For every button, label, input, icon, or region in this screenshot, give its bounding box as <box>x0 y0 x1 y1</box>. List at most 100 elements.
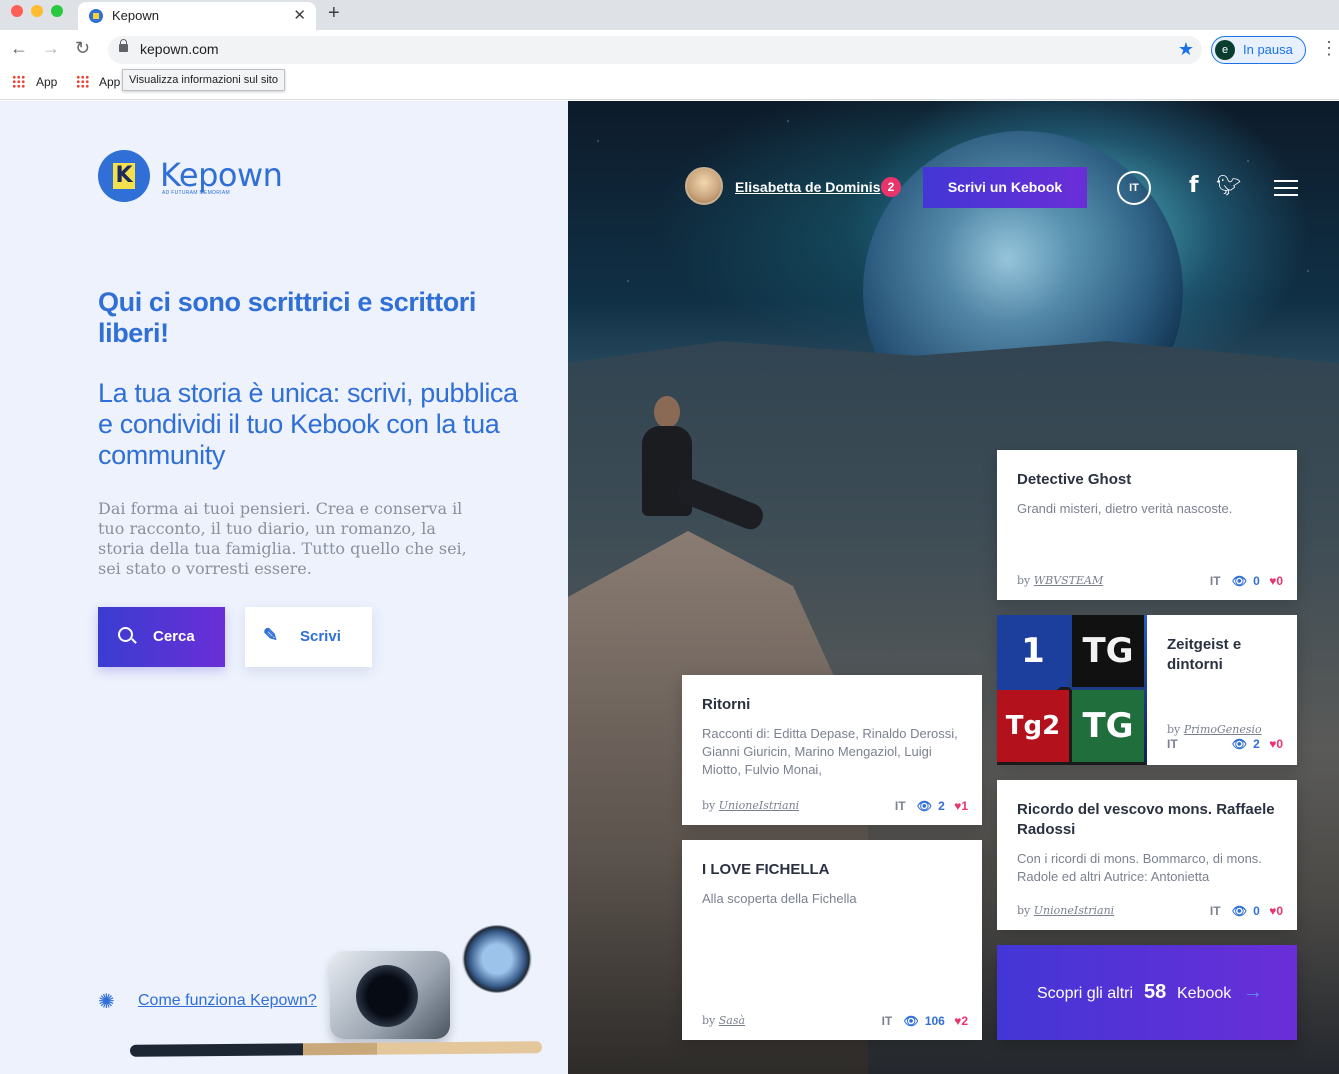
like-count: 1 <box>961 799 968 813</box>
showcase-panel: Elisabetta de Dominis 2 Scrivi un Kebook… <box>568 101 1339 1074</box>
card-title[interactable]: Detective Ghost <box>1017 470 1279 490</box>
language-selector[interactable]: IT <box>1117 171 1151 205</box>
kebook-card[interactable]: 1 TG Tg2 TG Zeitgeist e dintorni by Prim… <box>997 615 1297 765</box>
card-description: Grandi misteri, dietro verità nascoste. <box>1017 501 1233 516</box>
hamburger-menu-icon[interactable] <box>1274 180 1298 196</box>
hero-lead: Dai forma ai tuoi pensieri. Crea e conse… <box>98 499 467 578</box>
profile-button[interactable]: e In pausa <box>1211 36 1306 64</box>
eye-icon: 👁︎ <box>1231 904 1248 918</box>
card-author: by UnioneIstriani <box>1017 904 1115 917</box>
eye-icon: 👁︎ <box>1231 574 1248 588</box>
card-title[interactable]: I LOVE FICHELLA <box>702 860 964 880</box>
card-footer: by Sasà IT 👁︎ 106 ♥2 <box>702 1014 968 1030</box>
card-description: Alla scoperta della Fichella <box>702 891 857 906</box>
card-title[interactable]: Zeitgeist e dintorni <box>1167 635 1279 675</box>
cover-label: 1 <box>997 615 1069 687</box>
write-button-label: Scrivi <box>300 628 341 645</box>
card-stats: IT 👁︎ 2 ♥1 <box>895 799 968 813</box>
browser-tab[interactable]: Kepown ✕ <box>78 2 316 30</box>
card-description: Con i ricordi di mons. Bommarco, di mons… <box>1017 851 1262 884</box>
card-author: by UnioneIstriani <box>702 799 800 812</box>
reload-icon[interactable]: ↻ <box>75 38 90 59</box>
browser-toolbar: ← → ↻ kepown.com ★ e In pausa ⋮ <box>0 30 1339 70</box>
inkwell-cap-image <box>462 925 532 993</box>
view-count: 106 <box>924 1014 945 1028</box>
eye-icon: 👁︎ <box>903 1014 919 1028</box>
close-tab-icon[interactable]: ✕ <box>293 6 306 24</box>
close-window-button[interactable] <box>11 5 23 17</box>
card-language: IT <box>881 1014 893 1028</box>
inkwell-image <box>330 951 450 1039</box>
search-button-label: Cerca <box>153 628 195 645</box>
pencil-icon: ✎ <box>263 625 279 645</box>
cover-label: Tg2 <box>997 690 1069 762</box>
view-count: 2 <box>1253 737 1260 751</box>
twitter-icon[interactable]: 🐦︎ <box>1216 173 1241 198</box>
maximize-window-button[interactable] <box>51 5 63 17</box>
how-it-works-link[interactable]: Come funziona Kepown? <box>138 992 317 1010</box>
kebook-card[interactable]: Ritorni Racconti di: Editta Depase, Rina… <box>682 675 982 825</box>
address-bar[interactable]: kepown.com ★ <box>108 36 1202 64</box>
discover-suffix: Kebook <box>1177 985 1232 1002</box>
url-text[interactable]: kepown.com <box>140 41 219 57</box>
card-title[interactable]: Ricordo del vescovo mons. Raffaele Rados… <box>1017 800 1279 840</box>
user-avatar[interactable] <box>685 167 723 205</box>
author-link[interactable]: Sasà <box>719 1014 745 1027</box>
card-author: by WBVSTEAM <box>1017 574 1104 587</box>
tg-logos-cover-image: 1 TG Tg2 TG <box>997 615 1147 765</box>
card-footer: by UnioneIstriani IT 👁︎ 0 ♥0 <box>1017 904 1283 920</box>
author-link[interactable]: UnioneIstriani <box>1034 904 1114 917</box>
author-link[interactable]: UnioneIstriani <box>719 799 799 812</box>
back-icon[interactable]: ← <box>10 38 28 59</box>
write-kebook-button[interactable]: Scrivi un Kebook <box>923 167 1087 208</box>
kebook-card[interactable]: Ricordo del vescovo mons. Raffaele Rados… <box>997 780 1297 930</box>
card-footer: by WBVSTEAM IT 👁︎ 0 ♥0 <box>1017 574 1283 590</box>
arrow-right-icon: → <box>1243 981 1263 1003</box>
cover-label: TG <box>1072 690 1144 762</box>
logo-name: Kepown <box>160 156 283 194</box>
eye-icon: 👁︎ <box>1231 737 1248 751</box>
kebook-card[interactable]: I LOVE FICHELLA Alla scoperta della Fich… <box>682 840 982 1040</box>
bookmark-apps-2[interactable]: App <box>99 75 120 89</box>
search-button[interactable]: Cerca <box>98 607 225 667</box>
card-title[interactable]: Ritorni <box>702 695 964 715</box>
browser-menu-icon[interactable]: ⋮ <box>1320 38 1338 59</box>
lock-icon[interactable] <box>119 39 128 52</box>
card-stats: IT 👁︎ 106 ♥2 <box>882 1014 968 1028</box>
minimize-window-button[interactable] <box>31 5 43 17</box>
author-link[interactable]: PrimoGenesio <box>1184 723 1262 736</box>
like-count: 2 <box>961 1014 968 1028</box>
notification-badge[interactable]: 2 <box>881 177 901 197</box>
kebook-card[interactable]: Detective Ghost Grandi misteri, dietro v… <box>997 450 1297 600</box>
card-stats: IT 👁︎ 0 ♥0 <box>1210 574 1283 588</box>
author-link[interactable]: WBVSTEAM <box>1034 574 1103 587</box>
new-tab-icon[interactable]: + <box>328 2 340 25</box>
card-author: by PrimoGenesio <box>1167 723 1262 736</box>
profile-status: In pausa <box>1243 42 1293 57</box>
card-stats: IT 👁︎ 2 ♥0 <box>1167 737 1283 751</box>
user-name-link[interactable]: Elisabetta de Dominis <box>735 179 880 195</box>
forward-icon[interactable]: → <box>42 38 60 59</box>
hero-subtitle: La tua storia è unica: scrivi, pubblica … <box>98 378 518 470</box>
site-info-tooltip: Visualizza informazioni sul sito <box>122 69 285 91</box>
like-count: 0 <box>1276 737 1283 751</box>
card-language: IT <box>894 799 906 813</box>
lightbulb-icon: ✺ <box>98 991 115 1013</box>
card-language: IT <box>1167 737 1178 751</box>
write-button[interactable]: ✎ Scrivi <box>245 607 372 667</box>
logo-k-icon: K <box>113 163 135 189</box>
bookmark-star-icon[interactable]: ★ <box>1178 39 1194 60</box>
card-footer: by UnioneIstriani IT 👁︎ 2 ♥1 <box>702 799 968 815</box>
browser-tab-bar: Kepown ✕ + <box>0 0 1339 30</box>
sitting-person-image <box>620 396 767 566</box>
view-count: 0 <box>1253 574 1260 588</box>
facebook-icon[interactable]: f <box>1189 173 1199 198</box>
fountain-pen-image <box>129 1041 543 1057</box>
apps-grid-icon <box>76 75 89 88</box>
bookmark-apps[interactable]: App <box>36 75 57 89</box>
cover-label: TG <box>1072 615 1144 687</box>
view-count: 0 <box>1253 904 1260 918</box>
apps-grid-icon <box>12 75 25 88</box>
discover-more-button[interactable]: Scopri gli altri 58 Kebook → <box>997 945 1297 1040</box>
card-language: IT <box>1209 904 1221 918</box>
